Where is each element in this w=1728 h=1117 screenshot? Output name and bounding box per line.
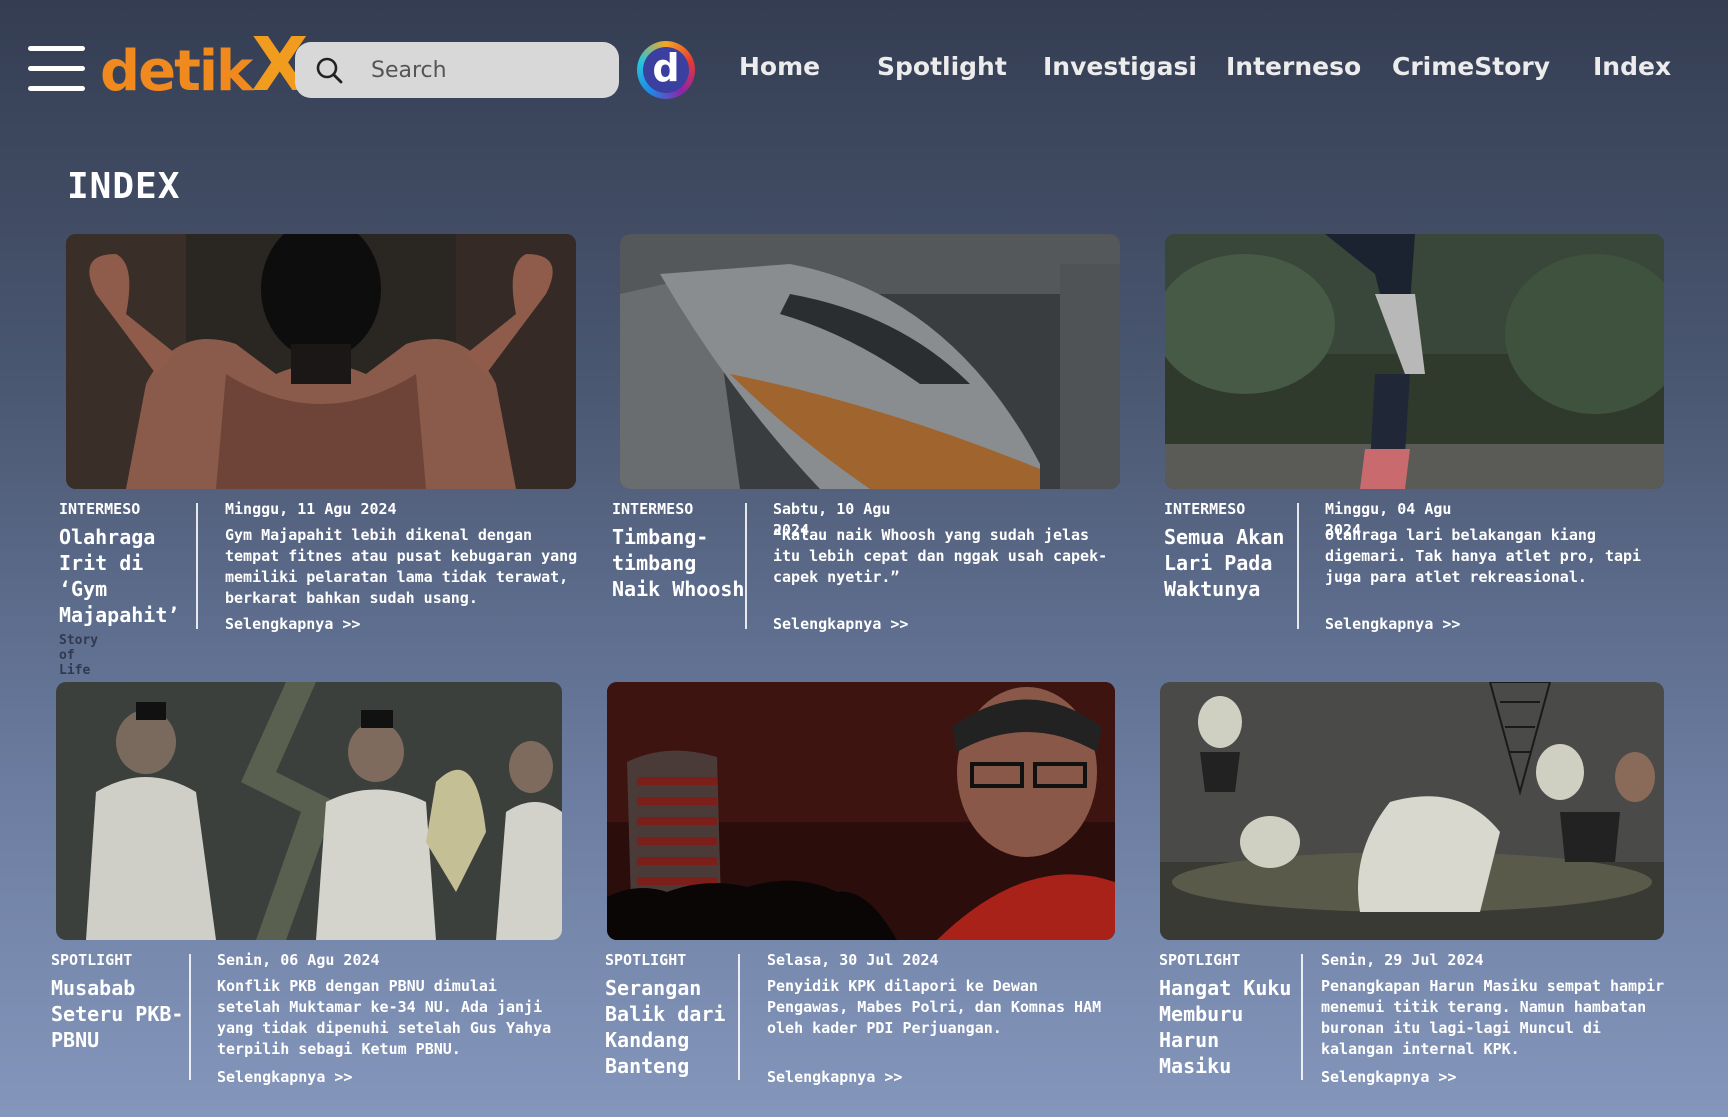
card-divider <box>189 954 191 1080</box>
article-headline[interactable]: Semua Akan Lari Pada Waktunya <box>1164 524 1299 602</box>
article-category[interactable]: SPOTLIGHT <box>605 951 686 969</box>
article-excerpt: Penyidik KPK dilapori ke Dewan Pengawas,… <box>767 977 1102 1037</box>
read-more-link[interactable]: Selengkapnya >> <box>1321 1068 1456 1086</box>
read-more-link[interactable]: Selengkapnya >> <box>217 1068 352 1086</box>
search-box[interactable] <box>295 42 619 98</box>
read-more-link[interactable]: Selengkapnya >> <box>773 615 908 633</box>
article-category[interactable]: INTERMESO <box>612 500 693 518</box>
article-category[interactable]: SPOTLIGHT <box>51 951 132 969</box>
page-title: INDEX <box>67 166 181 207</box>
article-thumbnail-kpk-building[interactable] <box>607 682 1115 940</box>
card-divider <box>196 503 198 629</box>
hamburger-menu-icon[interactable] <box>28 46 85 92</box>
article-headline[interactable]: Musabab Seteru PKB-PBNU <box>51 975 191 1053</box>
card-divider <box>745 503 747 629</box>
article-category[interactable]: INTERMESO <box>1164 500 1245 518</box>
article-thumbnail-train[interactable] <box>620 234 1120 489</box>
article-thumbnail-pkb-illustration[interactable] <box>56 682 562 940</box>
search-input[interactable] <box>371 54 601 86</box>
nav-interneso[interactable]: Interneso <box>1226 52 1361 81</box>
card-divider <box>1297 503 1299 629</box>
article-headline[interactable]: Olahraga Irit di ‘Gym Majapahit’ <box>59 524 184 628</box>
article-category[interactable]: SPOTLIGHT <box>1159 951 1240 969</box>
nav-home[interactable]: Home <box>739 52 820 81</box>
article-date: Senin, 06 Agu 2024 <box>217 951 380 969</box>
nav-crimestory[interactable]: CrimeStory <box>1392 52 1550 81</box>
article-date: Selasa, 30 Jul 2024 <box>767 951 939 969</box>
read-more-link[interactable]: Selengkapnya >> <box>767 1068 902 1086</box>
detik-badge-letter: d <box>643 47 689 93</box>
article-headline[interactable]: Timbang-timbang Naik Whoosh <box>612 524 747 602</box>
article-excerpt: Gym Majapahit lebih dikenal dengan tempa… <box>225 526 578 607</box>
read-more-link[interactable]: Selengkapnya >> <box>225 615 360 633</box>
article-date: Minggu, 11 Agu 2024 <box>225 500 397 518</box>
detikx-logo[interactable]: detikX <box>100 28 308 104</box>
card-divider <box>738 954 740 1080</box>
detik-network-icon[interactable]: d <box>637 41 695 99</box>
article-headline[interactable]: Serangan Balik dari Kandang Banteng <box>605 975 740 1079</box>
article-excerpt: Penangkapan Harun Masiku sempat hampir m… <box>1321 977 1665 1058</box>
nav-investigasi[interactable]: Investigasi <box>1043 52 1197 81</box>
logo-wordmark: detik <box>100 39 253 104</box>
article-thumbnail-kpk-cartoon[interactable] <box>1160 682 1664 940</box>
read-more-link[interactable]: Selengkapnya >> <box>1325 615 1460 633</box>
card-divider <box>1301 954 1303 1080</box>
article-excerpt: “Kalau naik Whoosh yang sudah jelas itu … <box>773 526 1108 586</box>
search-icon[interactable] <box>315 56 343 84</box>
nav-index[interactable]: Index <box>1593 52 1671 81</box>
article-thumbnail-bodybuilder[interactable] <box>66 234 576 489</box>
article-excerpt: Olahraga lari belakangan kiang digemari.… <box>1325 526 1642 586</box>
article-thumbnail-runner[interactable] <box>1165 234 1664 489</box>
article-subcategory[interactable]: Story of Life <box>59 633 98 678</box>
article-category[interactable]: INTERMESO <box>59 500 140 518</box>
article-headline[interactable]: Hangat Kuku Memburu Harun Masiku <box>1159 975 1294 1079</box>
article-excerpt: Konflik PKB dengan PBNU dimulai setelah … <box>217 977 552 1058</box>
top-navigation-bar: detikX d Home Spotlight Investigasi Inte… <box>0 0 1728 140</box>
nav-spotlight[interactable]: Spotlight <box>877 52 1007 81</box>
article-date: Senin, 29 Jul 2024 <box>1321 951 1484 969</box>
